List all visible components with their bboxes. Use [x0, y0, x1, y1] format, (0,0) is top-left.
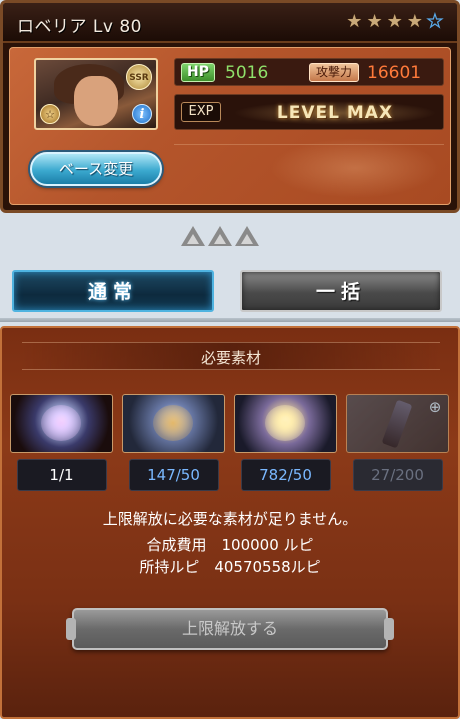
material-item[interactable]: 782/50 [234, 394, 337, 491]
exp-label: EXP [181, 102, 221, 122]
element-icon: ☆ [40, 104, 60, 124]
base-change-button[interactable]: ベース変更 [30, 152, 162, 186]
materials-title: 必要素材 [200, 349, 261, 367]
card-header: ロベリア Lv 80 ★ ★ ★ ★ ★ [3, 3, 457, 43]
star-empty-icon: ★ [426, 11, 443, 32]
hp-value: 5016 [225, 63, 269, 83]
material-item[interactable]: 147/50 [122, 394, 225, 491]
materials-panel: 必要素材 1/1 147/50 782/50 ⊕ 27/200 上限解放に必要な… [0, 326, 460, 719]
star-icon: ★ [406, 11, 423, 32]
material-item[interactable]: ⊕ 27/200 [346, 394, 449, 491]
ssr-badge: SSR [126, 64, 152, 90]
limit-triangle-icon [235, 226, 259, 246]
material-thumbnail[interactable] [122, 394, 225, 453]
divider [0, 318, 460, 322]
atk-label: 攻撃力 [309, 63, 359, 82]
star-icon: ★ [346, 11, 363, 32]
hp-label: HP [181, 63, 215, 82]
limit-break-markers [181, 226, 259, 246]
shard-icon [381, 399, 413, 449]
material-glow-icon [153, 405, 193, 441]
divider [174, 144, 444, 145]
material-thumbnail[interactable]: ⊕ [346, 394, 449, 453]
card-body: SSR ☆ i ベース変更 HP 5016 攻撃力 16601 EXP LEVE… [9, 47, 451, 205]
owned-rupi: 所持ルピ 40570558ルピ [139, 558, 321, 576]
atk-value: 16601 [367, 63, 422, 83]
limit-triangle-icon [181, 226, 205, 246]
exp-row: EXP LEVEL MAX [174, 94, 444, 130]
limit-triangle-icon [208, 226, 232, 246]
material-count: 147/50 [128, 459, 219, 491]
synthesis-cost: 合成費用 100000 ルピ [146, 536, 314, 554]
cost-info: 合成費用 100000 ルピ 所持ルピ 40570558ルピ [2, 534, 458, 578]
portrait-face [74, 76, 118, 126]
material-thumbnail[interactable] [234, 394, 337, 453]
materials-list: 1/1 147/50 782/50 ⊕ 27/200 [10, 394, 449, 491]
level-max-text: LEVEL MAX [233, 101, 437, 125]
character-name: ロベリア Lv 80 [17, 17, 142, 37]
mode-bulk-button[interactable]: 一括 [240, 270, 442, 312]
zoom-in-icon[interactable]: ⊕ [426, 398, 444, 416]
crystal-icon [41, 405, 81, 441]
limit-break-button[interactable]: 上限解放する [66, 608, 394, 650]
material-count: 27/200 [352, 459, 443, 491]
info-icon[interactable]: i [132, 104, 152, 124]
star-icon: ★ [386, 11, 403, 32]
insufficient-message: 上限解放に必要な素材が足りません。 [102, 510, 358, 528]
material-item[interactable]: 1/1 [10, 394, 113, 491]
rarity-stars: ★ ★ ★ ★ ★ [346, 11, 443, 32]
character-card: ロベリア Lv 80 ★ ★ ★ ★ ★ SSR ☆ i ベース変更 HP 50… [0, 0, 460, 213]
material-count: 1/1 [16, 459, 107, 491]
material-thumbnail[interactable] [10, 394, 113, 453]
mode-normal-button[interactable]: 通常 [12, 270, 214, 312]
materials-title-bar: 必要素材 [22, 342, 440, 370]
sparkle-orb-icon [265, 405, 305, 441]
stat-row: HP 5016 攻撃力 16601 [174, 58, 444, 86]
material-count: 782/50 [240, 459, 331, 491]
character-portrait[interactable]: SSR ☆ i [34, 58, 158, 130]
star-icon: ★ [366, 11, 383, 32]
